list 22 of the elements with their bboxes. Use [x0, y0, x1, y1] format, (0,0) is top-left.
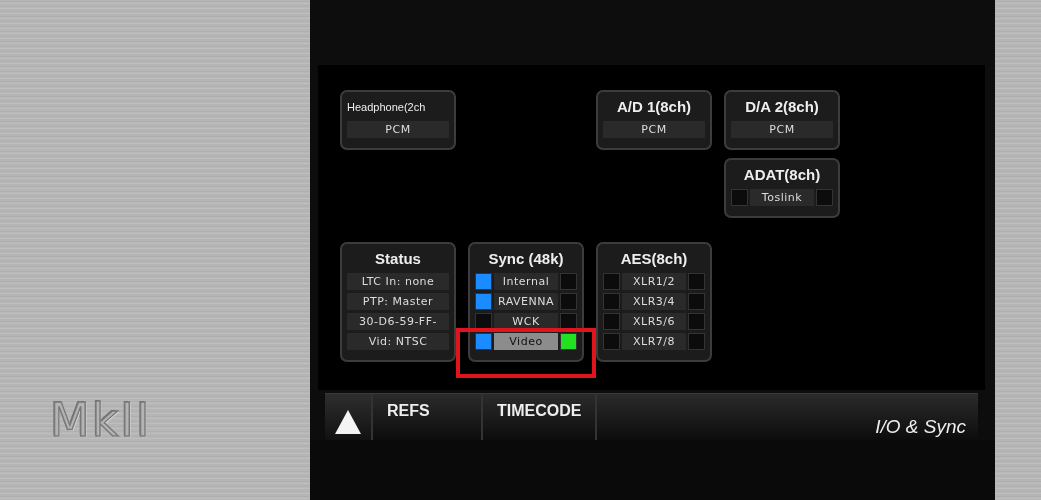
port-option[interactable]: XLR5/6 — [622, 313, 686, 330]
format-field: PCM — [731, 121, 833, 138]
format-field: PCM — [603, 121, 705, 138]
module-title: D/A 2(8ch) — [745, 97, 819, 117]
module-title: A/D 1(8ch) — [616, 97, 692, 117]
port-option[interactable]: RAVENNA — [494, 293, 558, 310]
port-option[interactable]: XLR1/2 — [622, 273, 686, 290]
logo: MkII — [50, 395, 152, 445]
module-title: ADAT(8ch) — [743, 165, 821, 185]
port-option[interactable]: Video — [494, 333, 558, 350]
triangle-icon — [334, 409, 362, 435]
module-title: AES(8ch) — [620, 249, 688, 269]
format-field: PCM — [347, 121, 449, 138]
port-option[interactable]: Toslink — [750, 189, 814, 206]
module-title: Sync (48k) — [488, 249, 564, 269]
page-title: I/O & Sync — [875, 416, 967, 439]
module-title: Headphone(2ch — [347, 100, 426, 115]
port-option[interactable]: Internal — [494, 273, 558, 290]
port-option[interactable]: XLR7/8 — [622, 333, 686, 350]
port-option[interactable]: XLR3/4 — [622, 293, 686, 310]
triangle-button[interactable] — [325, 394, 373, 440]
module-title: Status — [375, 249, 421, 269]
